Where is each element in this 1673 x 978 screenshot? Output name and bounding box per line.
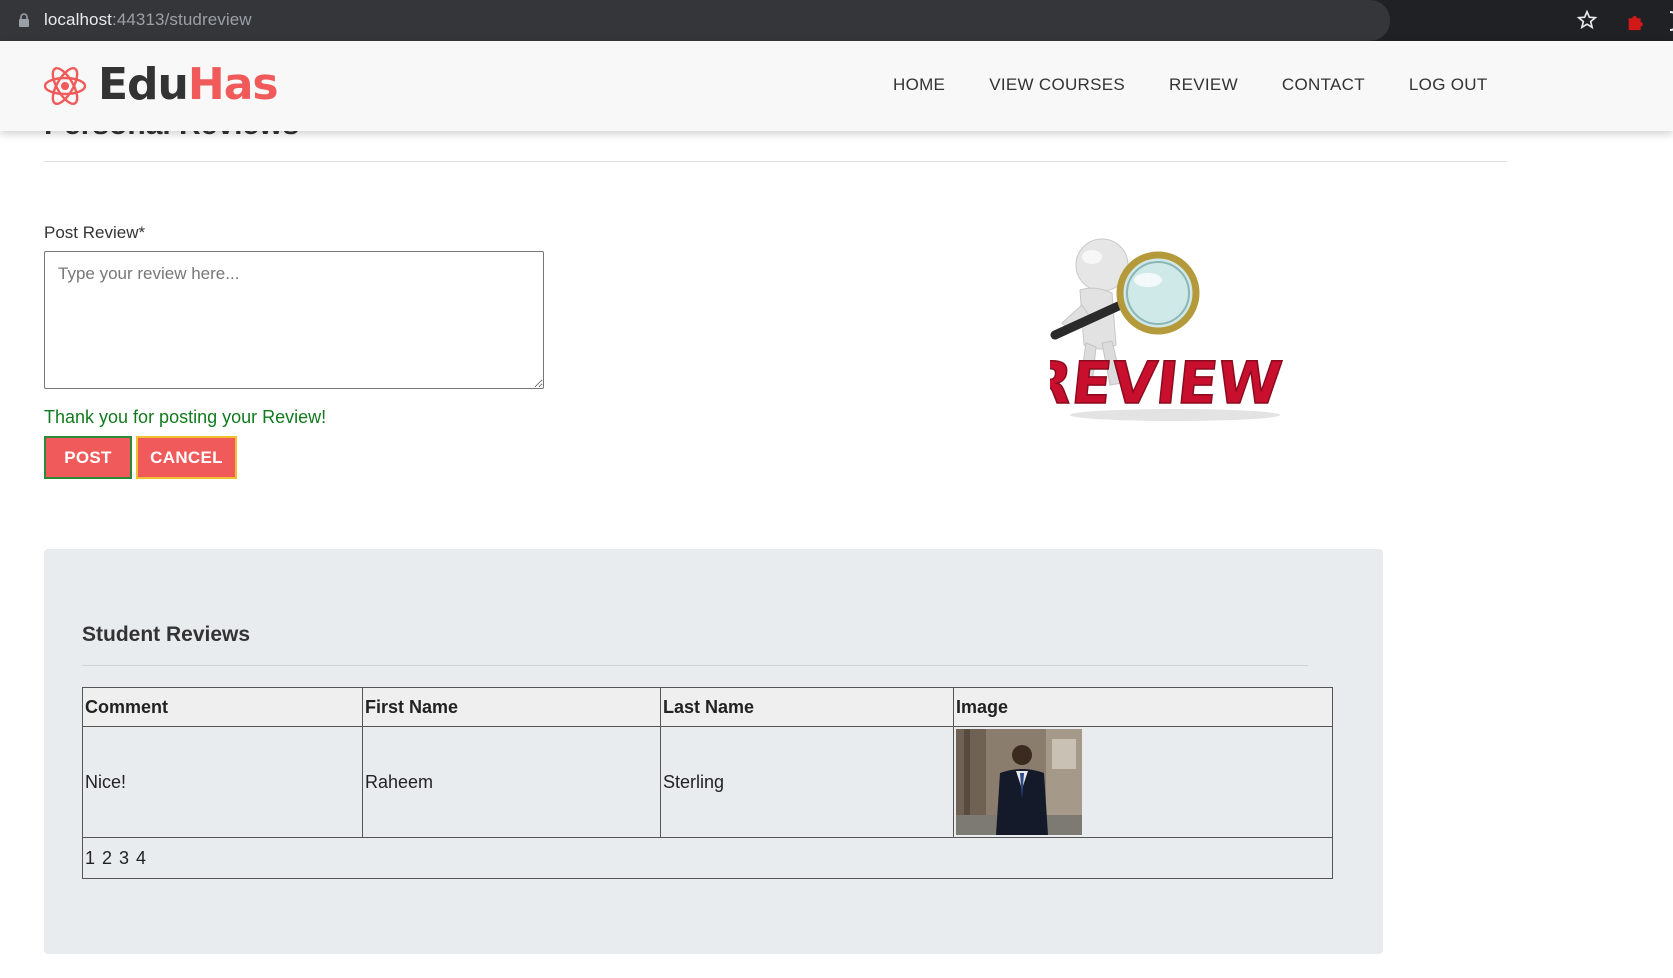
bookmark-star-icon[interactable] xyxy=(1576,9,1598,31)
cell-image xyxy=(953,726,1333,838)
url-host: localhost xyxy=(44,10,112,29)
student-reviews-title: Student Reviews xyxy=(82,623,251,646)
panel-divider xyxy=(82,665,1308,666)
column-header-image: Image xyxy=(953,687,1333,727)
nav-home[interactable]: HOME xyxy=(893,75,945,95)
cell-comment: Nice! xyxy=(82,726,363,838)
table-row: Nice! Raheem Sterling xyxy=(82,726,1333,838)
reviews-table: Comment First Name Last Name Image Nice!… xyxy=(82,687,1333,879)
logo-part-has: Has xyxy=(187,59,279,110)
pagination-links[interactable]: 1 2 3 4 xyxy=(82,837,1333,879)
browser-toolbar: localhost:44313/studreview xyxy=(0,0,1673,41)
site-navbar: EduHas HOME VIEW COURSES REVIEW CONTACT … xyxy=(0,41,1673,131)
atom-logo-icon[interactable] xyxy=(42,63,88,109)
url-path: :44313/studreview xyxy=(112,10,252,29)
extension-icon[interactable] xyxy=(1625,10,1647,32)
column-header-first-name: First Name xyxy=(362,687,661,727)
review-illustration: REVIEW xyxy=(1050,238,1286,421)
post-button[interactable]: POST xyxy=(44,436,132,479)
column-header-last-name: Last Name xyxy=(660,687,954,727)
pager-row: 1 2 3 4 xyxy=(82,837,1333,879)
nav-links: HOME VIEW COURSES REVIEW CONTACT LOG OUT xyxy=(893,75,1532,95)
address-bar[interactable]: localhost:44313/studreview xyxy=(0,0,1390,41)
student-reviews-panel: Student Reviews Comment First Name Last … xyxy=(44,549,1383,954)
logo-part-edu: Edu xyxy=(98,59,189,110)
nav-contact[interactable]: CONTACT xyxy=(1282,75,1365,95)
nav-view-courses[interactable]: VIEW COURSES xyxy=(989,75,1125,95)
column-header-comment: Comment xyxy=(82,687,363,727)
profile-icon[interactable] xyxy=(1660,10,1673,32)
title-divider xyxy=(44,161,1507,162)
brand-logo[interactable]: EduHas xyxy=(98,59,279,110)
cancel-button[interactable]: CANCEL xyxy=(136,436,237,479)
student-photo xyxy=(956,729,1082,835)
nav-review[interactable]: REVIEW xyxy=(1169,75,1238,95)
table-header-row: Comment First Name Last Name Image xyxy=(82,687,1333,727)
success-message: Thank you for posting your Review! xyxy=(44,407,327,427)
post-review-label: Post Review* xyxy=(44,223,146,242)
cell-last-name: Sterling xyxy=(660,726,954,838)
review-illustration-text: REVIEW xyxy=(1050,349,1285,417)
review-textarea[interactable] xyxy=(44,251,544,389)
url-text[interactable]: localhost:44313/studreview xyxy=(44,10,252,30)
lock-icon xyxy=(19,13,29,27)
nav-log-out[interactable]: LOG OUT xyxy=(1409,75,1488,95)
cell-first-name: Raheem xyxy=(362,726,661,838)
